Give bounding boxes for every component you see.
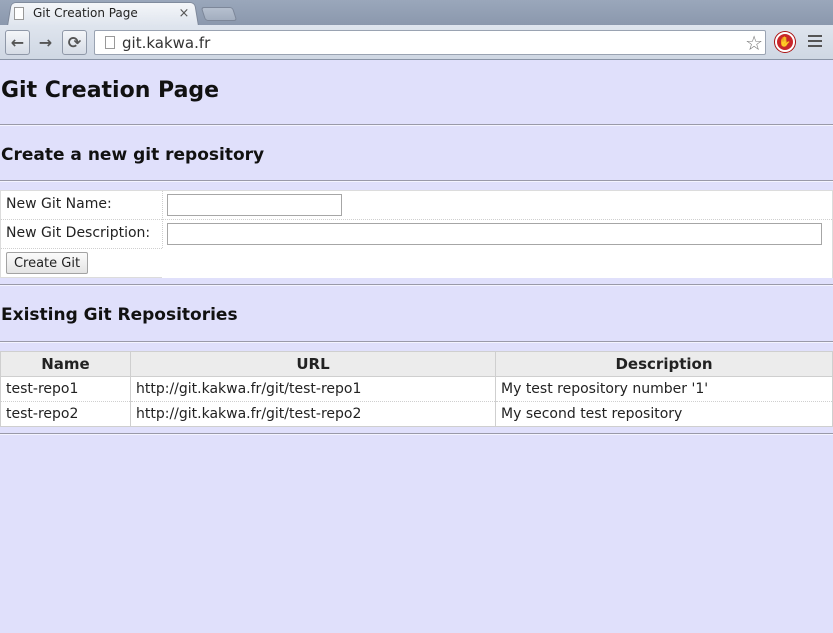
page-title: Git Creation Page [1,78,220,103]
new-git-name-input[interactable] [167,194,342,216]
reload-icon: ⟳ [67,33,82,52]
page-icon [105,36,115,49]
address-bar-url[interactable]: git.kakwa.fr [122,34,745,52]
divider [0,433,833,435]
divider [0,341,833,343]
repo-description-cell: My test repository number '1' [495,376,833,402]
browser-toolbar: ← → ⟳ git.kakwa.fr ☆ ✋ [0,25,833,60]
new-git-description-input[interactable] [167,223,822,245]
repo-description-cell: My second test repository [495,401,833,427]
forward-button[interactable]: → [33,30,58,55]
divider [0,284,833,286]
create-git-button[interactable]: Create Git [6,252,88,274]
forward-arrow-icon: → [38,33,53,52]
table-row: test-repo1 http://git.kakwa.fr/git/test-… [0,376,833,402]
extension-stop-icon[interactable]: ✋ [775,32,795,52]
repo-url-cell: http://git.kakwa.fr/git/test-repo2 [130,401,496,427]
back-arrow-icon: ← [10,33,25,52]
new-git-description-label: New Git Description: [6,225,151,241]
divider [0,124,833,126]
address-bar[interactable]: git.kakwa.fr ☆ [94,30,766,55]
repo-name-cell: test-repo2 [0,401,131,427]
column-header-url: URL [130,351,496,377]
divider [0,180,833,182]
repositories-table: Name URL Description test-repo1 http://g… [0,351,833,427]
tab-strip: Git Creation Page × [0,0,833,26]
column-header-description: Description [495,351,833,377]
reload-button[interactable]: ⟳ [62,30,87,55]
bookmark-star-icon[interactable]: ☆ [745,33,763,53]
menu-icon[interactable] [808,35,822,49]
new-tab-button[interactable] [200,7,238,21]
repo-name-cell: test-repo1 [0,376,131,402]
table-header-row: Name URL Description [0,351,833,377]
column-header-name: Name [0,351,131,377]
page-icon [14,6,24,20]
new-git-name-label: New Git Name: [6,196,112,212]
existing-section-title: Existing Git Repositories [1,305,238,325]
close-tab-icon[interactable]: × [177,6,191,21]
repo-url-cell: http://git.kakwa.fr/git/test-repo1 [130,376,496,402]
create-git-form: New Git Name: New Git Description: Creat… [0,190,833,278]
browser-tab-content[interactable]: Git Creation Page × [14,3,194,23]
table-row: test-repo2 http://git.kakwa.fr/git/test-… [0,401,833,427]
create-section-title: Create a new git repository [1,145,265,165]
tab-title: Git Creation Page [33,6,138,20]
page-content: Git Creation Page Create a new git repos… [0,61,833,633]
back-button[interactable]: ← [5,30,30,55]
